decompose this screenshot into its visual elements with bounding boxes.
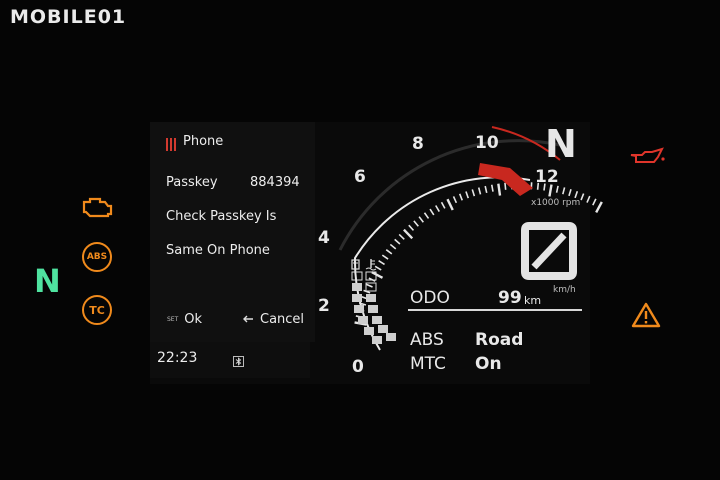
rpm-bar-segments [351,271,396,344]
tach-tick [435,205,440,212]
tach-tick [592,198,597,206]
tach-tick [490,184,494,192]
tach-label-4: 4 [318,228,330,248]
tach-label-12: 12 [535,167,559,187]
tach-tick [365,283,373,288]
tach-tick [595,201,603,214]
tach-tick [477,187,482,195]
tach-tick [381,254,389,260]
tach-tick [429,208,435,216]
tachometer [338,126,603,351]
tach-tick [586,195,591,203]
abs-label: ABS [410,330,444,350]
tach-tick [440,201,446,209]
tach-tick [371,271,384,279]
tach-tick [574,191,579,199]
odo-label: ODO [410,288,450,308]
abs-mode-value: Road [475,330,524,350]
tach-tick [408,224,415,231]
mtc-label: MTC [410,354,446,374]
tach-tick [446,198,454,211]
tach-tick [471,189,476,197]
tach-tick [458,193,464,201]
tach-tick [398,233,405,240]
tach-unit: x1000 rpm [531,198,581,208]
tach-tick [465,191,470,199]
tach-label-6: 6 [354,167,366,187]
odo-value: 99 [498,288,522,308]
tach-tick [484,185,488,194]
speed-value [521,222,577,284]
tach-tick [452,196,458,204]
tach-label-8: 8 [412,134,424,154]
tach-tick [385,249,393,255]
tach-tick [562,187,566,195]
odo-unit: km [524,294,542,307]
tach-tick [568,188,572,197]
tach-tick [378,259,385,266]
mtc-value: On [475,354,502,374]
tach-label-0: 0 [352,357,364,377]
speed-unit: km/h [553,285,576,295]
tach-tick [580,193,585,201]
tach-tick [418,216,424,223]
tach-tick [413,220,419,227]
tach-tick [394,238,401,245]
tach-tick [389,243,397,250]
tach-tick [423,212,430,219]
coolant-temp-icon [365,259,377,271]
tach-tick [497,183,502,196]
tach-label-2: 2 [318,296,330,316]
odo-underline [408,309,582,311]
tach-label-10: 10 [475,133,499,153]
tach-tick [403,228,414,240]
gear-indicator: N [545,122,577,166]
tach-tick [504,182,507,190]
